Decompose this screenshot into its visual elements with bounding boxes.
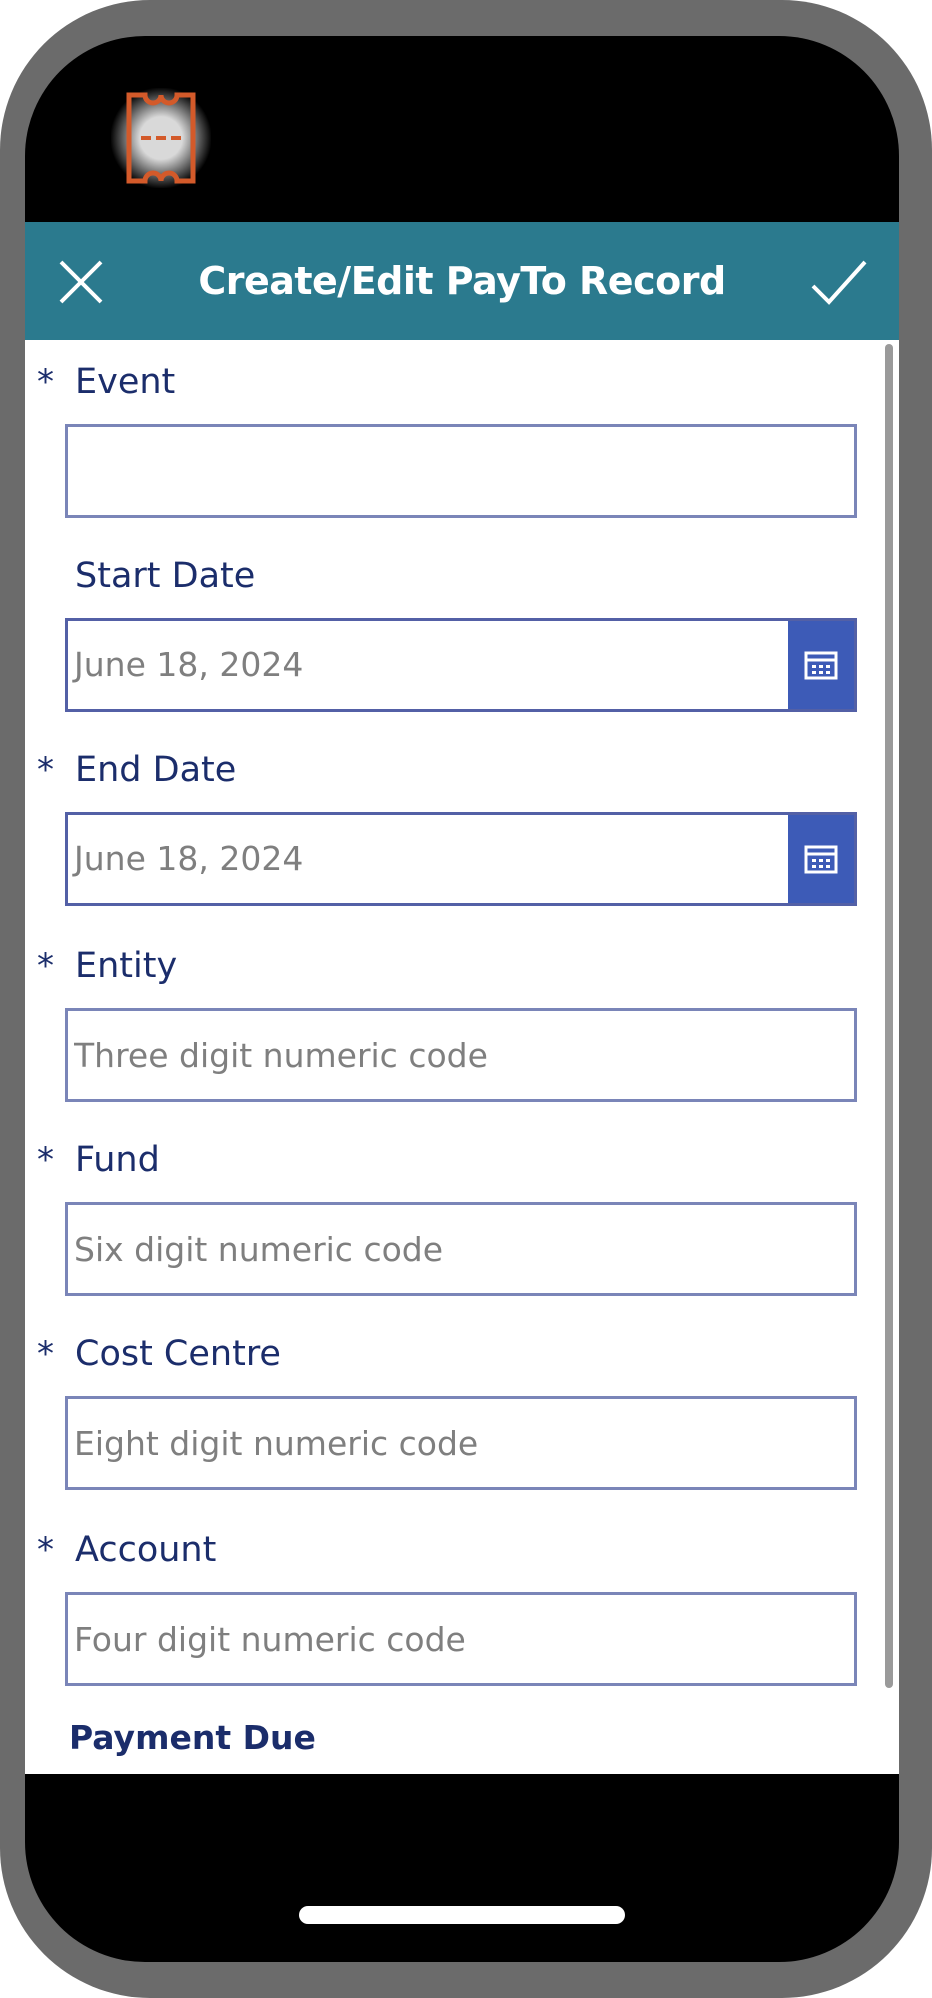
phone-screen: Create/Edit PayTo Record * Event Start Da… bbox=[25, 36, 899, 1962]
account-label-text: Account bbox=[75, 1530, 217, 1570]
home-indicator[interactable] bbox=[299, 1906, 625, 1924]
check-icon bbox=[811, 260, 867, 305]
app-screen: Create/Edit PayTo Record * Event Start Da… bbox=[25, 222, 899, 1774]
header-bar: Create/Edit PayTo Record bbox=[25, 222, 899, 340]
account-label: * Account bbox=[37, 1530, 216, 1574]
event-label-text: Event bbox=[75, 362, 176, 402]
entity-label-text: Entity bbox=[75, 946, 178, 986]
phone-frame: Create/Edit PayTo Record * Event Start Da… bbox=[0, 0, 932, 1998]
scrollbar[interactable] bbox=[885, 344, 893, 1688]
calendar-icon bbox=[804, 651, 838, 680]
start-date-calendar-button[interactable] bbox=[788, 621, 854, 709]
cost-centre-label-text: Cost Centre bbox=[75, 1334, 281, 1374]
cost-centre-label: * Cost Centre bbox=[37, 1334, 281, 1378]
end-date-label: * End Date bbox=[37, 750, 236, 794]
required-marker: * bbox=[37, 750, 54, 790]
start-date-value: June 18, 2024 bbox=[74, 645, 304, 684]
account-field[interactable] bbox=[65, 1592, 857, 1686]
fund-label-text: Fund bbox=[75, 1140, 160, 1180]
start-date-label-text: Start Date bbox=[75, 556, 256, 596]
event-field[interactable] bbox=[65, 424, 857, 518]
fund-field[interactable] bbox=[65, 1202, 857, 1296]
start-date-label: Start Date bbox=[37, 556, 255, 600]
fund-label: * Fund bbox=[37, 1140, 160, 1184]
entity-label: * Entity bbox=[37, 946, 177, 990]
start-date-picker[interactable]: June 18, 2024 bbox=[65, 618, 857, 712]
end-date-picker[interactable]: June 18, 2024 bbox=[65, 812, 857, 906]
required-marker: * bbox=[37, 1530, 54, 1570]
required-marker: * bbox=[37, 1140, 54, 1180]
page-title: Create/Edit PayTo Record bbox=[198, 259, 726, 303]
cost-centre-field[interactable] bbox=[65, 1396, 857, 1490]
confirm-button[interactable] bbox=[809, 254, 869, 310]
required-marker: * bbox=[37, 946, 54, 986]
required-marker: * bbox=[37, 362, 54, 402]
calendar-icon bbox=[804, 845, 838, 874]
record-form: * Event Start Date June 18, 2024 * End D… bbox=[25, 340, 875, 1774]
ticket-icon bbox=[111, 88, 211, 188]
required-marker: * bbox=[37, 1334, 54, 1374]
payment-due-heading: Payment Due bbox=[69, 1718, 316, 1757]
end-date-calendar-button[interactable] bbox=[788, 815, 854, 903]
entity-field[interactable] bbox=[65, 1008, 857, 1102]
end-date-label-text: End Date bbox=[75, 750, 237, 790]
event-label: * Event bbox=[37, 362, 175, 406]
end-date-value: June 18, 2024 bbox=[74, 839, 304, 878]
